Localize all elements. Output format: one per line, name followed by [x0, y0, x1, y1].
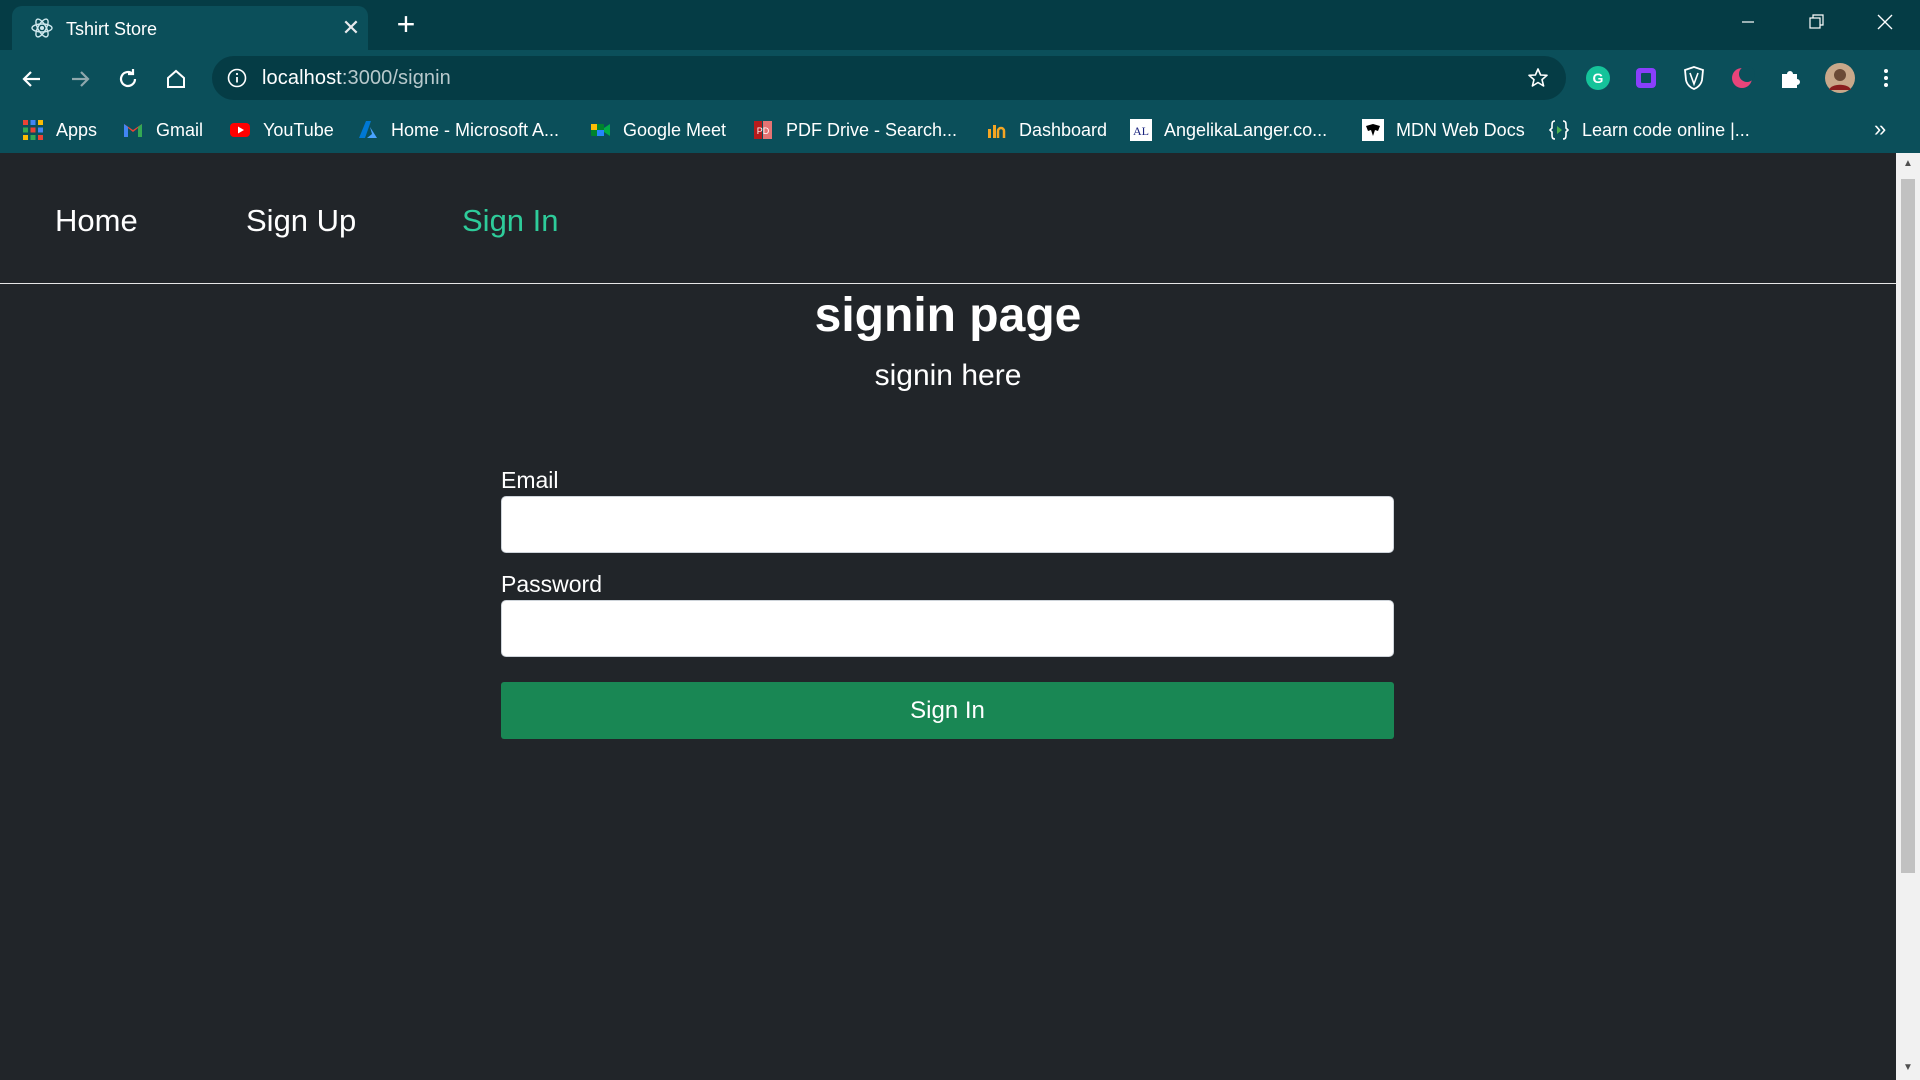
- url-text: localhost:3000/signin: [262, 67, 451, 90]
- bookmark-youtube[interactable]: YouTube: [229, 117, 334, 143]
- azure-icon: [359, 121, 377, 138]
- url-path: :3000/signin: [341, 67, 451, 89]
- avatar[interactable]: [1824, 62, 1856, 94]
- home-icon: [167, 69, 185, 88]
- bookmark-label: Learn code online |...: [1582, 119, 1750, 140]
- new-tab-button[interactable]: +: [390, 8, 422, 40]
- signin-button[interactable]: Sign In: [501, 682, 1394, 739]
- tab-strip: Tshirt Store ✕ +: [0, 0, 1920, 50]
- tab-title: Tshirt Store: [66, 19, 158, 39]
- arrow-left-icon: [22, 71, 40, 87]
- vertical-scrollbar[interactable]: ▲ ▼: [1896, 153, 1920, 1080]
- gmail-icon: [124, 124, 142, 137]
- apps-grid-icon: [23, 120, 43, 140]
- bookmark-gmail[interactable]: Gmail: [122, 117, 203, 143]
- more-bookmarks-chevron-icon[interactable]: »: [1874, 116, 1886, 142]
- page-title: signin page: [814, 289, 1082, 342]
- dashboard-icon: [988, 125, 1006, 138]
- bookmark-label: Google Meet: [623, 119, 727, 140]
- bookmark-label: Apps: [56, 119, 98, 140]
- bookmark-apps[interactable]: Apps: [22, 117, 97, 143]
- grammarly-icon[interactable]: G: [1584, 64, 1612, 92]
- dark-mode-moon-icon[interactable]: [1728, 64, 1756, 92]
- page-viewport: Home Sign Up Sign In signin page signin …: [0, 153, 1896, 1080]
- svg-text:AL: AL: [1133, 124, 1149, 138]
- minimize-button[interactable]: [1720, 6, 1776, 38]
- site-navbar: Home Sign Up Sign In: [0, 153, 1896, 284]
- bookmark-angelikalanger[interactable]: AL AngelikaLanger.co...: [1130, 117, 1327, 143]
- bookmark-mdn[interactable]: MDN Web Docs: [1362, 117, 1525, 143]
- scroll-down-arrow-icon[interactable]: ▼: [1901, 1061, 1915, 1075]
- react-atom-icon: [31, 18, 53, 38]
- bookmark-dashboard[interactable]: Dashboard: [985, 117, 1107, 143]
- kebab-menu-icon[interactable]: [1872, 64, 1900, 92]
- home-button[interactable]: [159, 62, 193, 96]
- page-subtitle: signin here: [874, 359, 1022, 392]
- password-label: Password: [501, 571, 602, 597]
- code-brackets-icon: [1548, 120, 1570, 140]
- bookmarks-bar: Apps Gmail YouTube Home - Microsoft A...: [0, 106, 1920, 153]
- bookmark-label: Gmail: [156, 119, 204, 140]
- pdf-drive-icon: PD: [754, 121, 772, 139]
- forward-button[interactable]: [63, 62, 97, 96]
- svg-text:G: G: [1593, 70, 1604, 86]
- restore-icon: [1809, 14, 1824, 29]
- extension-square-icon[interactable]: [1632, 64, 1660, 92]
- reload-button[interactable]: [111, 62, 145, 96]
- email-field[interactable]: [501, 496, 1394, 553]
- scroll-up-arrow-icon[interactable]: ▲: [1901, 157, 1915, 171]
- close-icon: [1877, 14, 1893, 30]
- angelika-langer-icon: AL: [1130, 119, 1152, 141]
- signin-form: Email Password Sign In: [501, 465, 1394, 739]
- nav-link-signin[interactable]: Sign In: [462, 203, 559, 239]
- bookmark-label: PDF Drive - Search...: [786, 119, 958, 140]
- tab-close-icon[interactable]: ✕: [338, 15, 364, 41]
- google-meet-icon: [591, 124, 610, 136]
- bookmark-label: Dashboard: [1019, 119, 1108, 140]
- nav-link-signup[interactable]: Sign Up: [246, 203, 356, 239]
- info-icon[interactable]: [226, 67, 248, 89]
- browser-tab[interactable]: Tshirt Store ✕: [12, 6, 368, 50]
- scroll-thumb[interactable]: [1901, 179, 1915, 873]
- bookmark-label: Home - Microsoft A...: [391, 119, 560, 140]
- restore-button[interactable]: [1788, 6, 1844, 38]
- browser-chrome: Tshirt Store ✕ + localhost:3000/signin G…: [0, 0, 1920, 153]
- svg-text:PD: PD: [757, 126, 770, 136]
- bookmark-label: MDN Web Docs: [1396, 119, 1525, 140]
- youtube-icon: [230, 123, 250, 137]
- nav-link-home[interactable]: Home: [55, 203, 138, 239]
- bookmark-pdf-drive[interactable]: PD PDF Drive - Search...: [752, 117, 957, 143]
- star-icon[interactable]: [1526, 66, 1550, 90]
- bookmark-label: YouTube: [263, 119, 334, 140]
- email-label: Email: [501, 467, 559, 493]
- bookmark-microsoft-azure[interactable]: Home - Microsoft A...: [357, 117, 559, 143]
- bookmark-learn-code[interactable]: Learn code online |...: [1548, 117, 1750, 143]
- extensions-puzzle-icon[interactable]: [1776, 64, 1804, 92]
- shield-icon[interactable]: [1680, 64, 1708, 92]
- password-field[interactable]: [501, 600, 1394, 657]
- close-window-button[interactable]: [1856, 6, 1912, 38]
- back-button[interactable]: [15, 62, 49, 96]
- address-bar[interactable]: localhost:3000/signin: [212, 56, 1566, 100]
- field-spacer: [501, 553, 1394, 569]
- minimize-icon: [1742, 21, 1754, 23]
- mdn-icon: [1362, 119, 1384, 141]
- arrow-right-icon: [72, 71, 90, 87]
- bookmark-label: AngelikaLanger.co...: [1164, 119, 1328, 140]
- bookmark-google-meet[interactable]: Google Meet: [589, 117, 726, 143]
- browser-toolbar: localhost:3000/signin G: [0, 50, 1920, 106]
- reload-icon: [119, 69, 137, 88]
- url-host: localhost: [262, 67, 342, 89]
